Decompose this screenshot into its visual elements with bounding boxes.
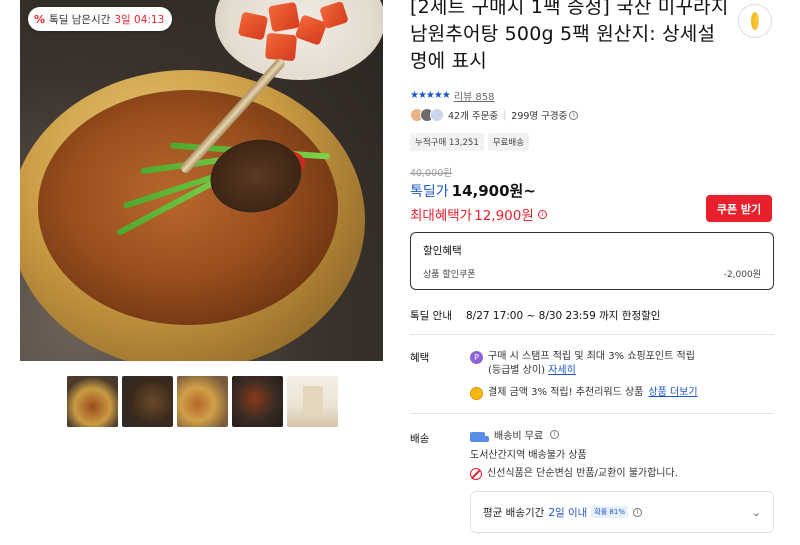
star-rating-icon: ★★★★★ (410, 90, 451, 101)
social-proof-row: 42개 주문중 | 299명 구경중 i (410, 108, 579, 122)
thumbnail-5[interactable] (287, 376, 338, 427)
discount-heading: 할인혜택 (423, 245, 462, 257)
review-count: 858 (475, 92, 495, 103)
fresh-food-note-line: 신선식품은 단순변심 반품/교환이 불가합니다. (470, 467, 678, 481)
thumbnail-2[interactable] (122, 376, 173, 427)
buyer-avatars (410, 108, 444, 122)
fresh-food-note: 신선식품은 단순변심 반품/교환이 불가합니다. (487, 468, 678, 479)
benefit-line-stamp: P 구매 시 스탬프 적립 및 최대 3% 쇼핑포인트 적립 (등급별 상이) … (470, 350, 695, 378)
get-coupon-button[interactable]: 쿠폰 받기 (706, 195, 772, 222)
deal-price-row: 톡딜가 14,900원~ (410, 180, 536, 201)
deal-info: 톡딜 안내 8/27 17:00 ~ 8/30 23:59 까지 한정할인 (410, 308, 660, 323)
info-icon[interactable]: i (569, 110, 579, 120)
review-label: 리뷰 (453, 92, 473, 103)
shipping-fee: 배송비 무료 (494, 431, 544, 442)
discount-item-value: -2,000원 (723, 270, 761, 280)
watching-count: 299명 구경중 (511, 111, 568, 122)
deal-info-label: 톡딜 안내 (410, 310, 452, 322)
benefit-stamp-note: (등급별 상이) (488, 365, 545, 376)
kimchi-piece (237, 11, 269, 41)
benefits-label: 혜택 (410, 352, 430, 364)
product-chips: 누적구매 13,251 무료배송 (410, 133, 530, 151)
kimchi-piece (264, 32, 298, 62)
prohibited-icon (470, 468, 482, 480)
discount-box: 할인혜택 상품 할인쿠폰 -2,000원 (410, 232, 774, 290)
probability-badge: 확률 81% (591, 506, 628, 518)
shipping-label: 배송 (410, 433, 430, 445)
thumbnail-4[interactable] (232, 376, 283, 427)
info-icon[interactable]: i (632, 507, 642, 517)
review-link[interactable]: 리뷰 858 (454, 88, 495, 103)
info-icon[interactable]: i (550, 430, 560, 439)
max-benefit-row: 최대혜택가 12,900원 i (410, 204, 547, 224)
chip-cumulative-purchases: 누적구매 13,251 (410, 133, 484, 151)
badge-remaining: 3일 04:13 (114, 13, 165, 26)
section-divider (410, 334, 774, 335)
chevron-down-icon[interactable]: ⌄ (752, 506, 761, 519)
chip-free-shipping: 무료배송 (487, 133, 530, 151)
discount-item-label: 상품 할인쿠폰 (423, 270, 476, 280)
kimchi-piece (267, 1, 301, 33)
product-title: [2세트 구매시 1팩 증정] 국산 미꾸라지 남원추어탕 500g 5팩 원산… (410, 0, 729, 72)
product-main-image[interactable]: % 톡딜 남은시간 3일 04:13 (20, 0, 383, 361)
deal-price-label: 톡딜가 (410, 184, 449, 200)
coin-icon (470, 387, 483, 400)
max-benefit-price: 12,900원 (474, 208, 534, 224)
time-remaining-badge: % 톡딜 남은시간 3일 04:13 (28, 7, 173, 31)
section-divider (410, 413, 774, 414)
avg-delivery-label: 평균 배송기간 (483, 506, 545, 519)
avg-delivery-days: 2일 이내 (548, 506, 588, 519)
thumbnail-3[interactable] (177, 376, 228, 427)
original-price: 40,000원 (410, 168, 452, 179)
max-benefit-label: 최대혜택가 (410, 208, 473, 224)
badge-label: 톡딜 남은시간 (49, 13, 111, 26)
shipping-fee-line: 배송비 무료 i (470, 430, 560, 444)
discount-item: 상품 할인쿠폰 -2,000원 (423, 267, 761, 280)
brand-logo-badge[interactable] (738, 4, 772, 38)
shipping-note: 도서산간지역 배송불가 상품 (470, 450, 587, 461)
benefit-reward-text: 결제 금액 3% 적립! 추천리워드 상품 (488, 387, 644, 398)
divider: | (503, 109, 507, 121)
average-delivery-box[interactable]: 평균 배송기간 2일 이내 확률 81% i ⌄ (470, 491, 774, 533)
percent-icon: % (34, 12, 46, 26)
deal-price: 14,900원~ (451, 182, 536, 200)
orders-count: 42개 주문중 (448, 111, 499, 122)
point-icon: P (470, 351, 483, 364)
side-dish-bowl (215, 0, 383, 80)
thumbnail-1[interactable] (67, 376, 118, 427)
benefit-line-reward: 결제 금액 3% 적립! 추천리워드 상품 상품 더보기 (470, 386, 698, 400)
details-link[interactable]: 자세히 (548, 365, 576, 376)
brand-logo-icon (751, 12, 759, 30)
deal-info-text: 8/27 17:00 ~ 8/30 23:59 까지 한정할인 (465, 310, 661, 322)
thumbnail-strip (67, 376, 338, 427)
avatar (430, 108, 444, 122)
benefit-stamp-text: 구매 시 스탬프 적립 및 최대 3% 쇼핑포인트 적립 (488, 351, 695, 362)
info-icon[interactable]: i (537, 209, 547, 219)
chueotang-soup (38, 90, 338, 325)
more-products-link[interactable]: 상품 더보기 (648, 386, 697, 400)
shipping-note-line: 도서산간지역 배송불가 상품 (470, 449, 587, 463)
rating-row: ★★★★★ 리뷰 858 (410, 88, 495, 103)
truck-icon (470, 432, 489, 442)
